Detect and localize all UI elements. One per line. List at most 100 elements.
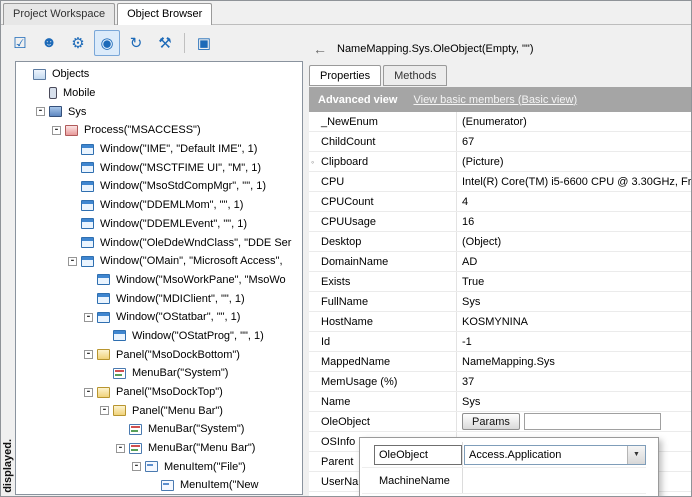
popup-row[interactable]: MachineName — [362, 468, 646, 494]
top-tab-bar: Project WorkspaceObject Browser — [3, 3, 214, 25]
tree-item[interactable]: Window("MSCTFIME UI", "M", 1) — [16, 158, 302, 177]
property-value: -1 — [457, 332, 691, 351]
expander-minus-icon[interactable]: - — [36, 107, 45, 116]
tab-properties[interactable]: Properties — [309, 65, 381, 86]
users-settings-icon[interactable]: ☻ — [36, 30, 62, 56]
property-row[interactable]: MemUsage (%)37 — [309, 372, 691, 392]
tree-item[interactable]: Window("DDEMLMom", "", 1) — [16, 196, 302, 215]
property-name: MappedName — [309, 352, 457, 371]
tree-item-label: MenuBar("Menu Bar") — [146, 442, 255, 454]
menuitem-icon — [145, 461, 158, 472]
basic-view-link[interactable]: View basic members (Basic view) — [413, 94, 577, 106]
tree-item[interactable]: Window("DDEMLEvent", "", 1) — [16, 215, 302, 234]
property-name-label: OSInfo — [321, 436, 355, 448]
property-name-label: Clipboard — [321, 156, 368, 168]
popup-param-value: Access.Application▼ — [462, 442, 646, 467]
panel-view-icon[interactable]: ▣ — [191, 30, 217, 56]
menubar-icon — [113, 368, 126, 379]
property-row[interactable]: DomainNameAD — [309, 252, 691, 272]
expander-minus-icon[interactable]: - — [84, 350, 93, 359]
detail-panel: ← NameMapping.Sys.OleObject(Empty, "") P… — [303, 1, 691, 496]
property-name: Name — [309, 392, 457, 411]
property-row[interactable]: Id -1 — [309, 332, 691, 352]
property-row[interactable]: ◦Clipboard(Picture) — [309, 152, 691, 172]
tools-icon[interactable]: ⚒ — [152, 30, 178, 56]
property-value: Sys — [457, 392, 691, 411]
property-name: ◦Clipboard — [309, 152, 457, 171]
dropdown-arrow-icon[interactable]: ▼ — [627, 446, 645, 464]
property-row[interactable]: _NewEnum(Enumerator) — [309, 112, 691, 132]
tree-item[interactable]: -Process("MSACCESS") — [16, 121, 302, 140]
expander-minus-icon[interactable]: - — [84, 388, 93, 397]
property-name-label: MemUsage (%) — [321, 376, 397, 388]
tree-item[interactable]: MenuItem("New — [16, 476, 302, 495]
mobile-icon — [49, 87, 57, 99]
property-row[interactable]: CPUCount4 — [309, 192, 691, 212]
popup-row[interactable]: OleObjectAccess.Application▼ — [362, 442, 646, 468]
tree-item[interactable]: -Panel("MsoDockBottom") — [16, 345, 302, 364]
tree-item[interactable]: -Panel("MsoDockTop") — [16, 383, 302, 402]
property-row[interactable]: MappedNameNameMapping.Sys — [309, 352, 691, 372]
tree-item[interactable]: - MenuBar("Menu Bar") — [16, 439, 302, 458]
tree-item[interactable]: -Sys — [16, 102, 302, 121]
refresh-icon[interactable]: ↻ — [123, 30, 149, 56]
tab-project-workspace[interactable]: Project Workspace — [3, 3, 115, 25]
property-name-label: Id — [321, 336, 330, 348]
expander-minus-icon[interactable]: - — [52, 126, 61, 135]
property-name-label: FullName — [321, 296, 368, 308]
tree-item[interactable]: -Panel("Menu Bar") — [16, 401, 302, 420]
view-mode-title: Advanced view — [318, 94, 397, 106]
checked-window-icon[interactable]: ☑ — [7, 30, 33, 56]
expander-minus-icon[interactable]: - — [100, 406, 109, 415]
property-row[interactable]: ChildCount67 — [309, 132, 691, 152]
property-name-label: DomainName — [321, 256, 388, 268]
tab-object-browser[interactable]: Object Browser — [117, 3, 212, 25]
tree-item[interactable]: Mobile — [16, 84, 302, 103]
params-button[interactable]: Params — [462, 413, 520, 430]
tree-item[interactable]: MenuBar("System") — [16, 364, 302, 383]
tree-item[interactable]: Window("OStatProg", "", 1) — [16, 327, 302, 346]
property-value: Params — [457, 412, 691, 431]
property-row[interactable]: FullNameSys — [309, 292, 691, 312]
property-row[interactable]: Desktop(Object) — [309, 232, 691, 252]
property-value: (Enumerator) — [457, 112, 691, 131]
expander-minus-icon[interactable]: - — [84, 313, 93, 322]
object-tree[interactable]: ObjectsMobile-Sys-Process("MSACCESS")Win… — [15, 61, 303, 495]
property-row[interactable]: CPUIntel(R) Core(TM) i5-6600 CPU @ 3.30G… — [309, 172, 691, 192]
expander-minus-icon[interactable]: - — [116, 444, 125, 453]
tree-item[interactable]: Window("IME", "Default IME", 1) — [16, 140, 302, 159]
tree-item[interactable]: -MenuItem("File") — [16, 457, 302, 476]
expander-minus-icon[interactable]: - — [68, 257, 77, 266]
property-row[interactable]: NameSys — [309, 392, 691, 412]
window-icon — [81, 256, 94, 267]
tree-item-label: Window("MDIClient", "", 1) — [114, 293, 245, 305]
tree-item[interactable]: Window("MDIClient", "", 1) — [16, 289, 302, 308]
window-icon — [81, 162, 94, 173]
tree-item[interactable]: MenuBar("System") — [16, 420, 302, 439]
property-row[interactable]: HostNameKOSMYNINA — [309, 312, 691, 332]
object-path-title: NameMapping.Sys.OleObject(Empty, "") — [337, 43, 534, 55]
window-icon — [81, 237, 94, 248]
tree-item[interactable]: Window("MsoWorkPane", "MsoWo — [16, 271, 302, 290]
value-editor[interactable] — [524, 413, 661, 430]
tab-methods[interactable]: Methods — [383, 65, 447, 86]
property-row[interactable]: OleObjectParams — [309, 412, 691, 432]
back-icon[interactable]: ← — [313, 41, 327, 57]
tree-item[interactable]: Window("MsoStdCompMgr", "", 1) — [16, 177, 302, 196]
expander-minus-icon[interactable]: - — [132, 462, 141, 471]
tree-item-label: MenuItem("New — [178, 479, 258, 491]
value-combobox[interactable]: Access.Application▼ — [464, 445, 646, 465]
property-row[interactable]: CPUUsage16 — [309, 212, 691, 232]
tree-item[interactable]: -Window("OStatbar", "", 1) — [16, 308, 302, 327]
menubar-icon — [129, 424, 142, 435]
tree-item[interactable]: Window("OleDdeWndClass", "DDE Ser — [16, 233, 302, 252]
property-name-label: Parent — [321, 456, 353, 468]
highlight-object-icon[interactable]: ◉ — [94, 30, 120, 56]
gear-icon[interactable]: ⚙ — [65, 30, 91, 56]
property-value: (Object) — [457, 232, 691, 251]
property-value: True — [457, 272, 691, 291]
sys-icon — [49, 106, 62, 117]
property-row[interactable]: ExistsTrue — [309, 272, 691, 292]
tree-item[interactable]: -Window("OMain", "Microsoft Access", — [16, 252, 302, 271]
tree-item[interactable]: Objects — [16, 65, 302, 84]
